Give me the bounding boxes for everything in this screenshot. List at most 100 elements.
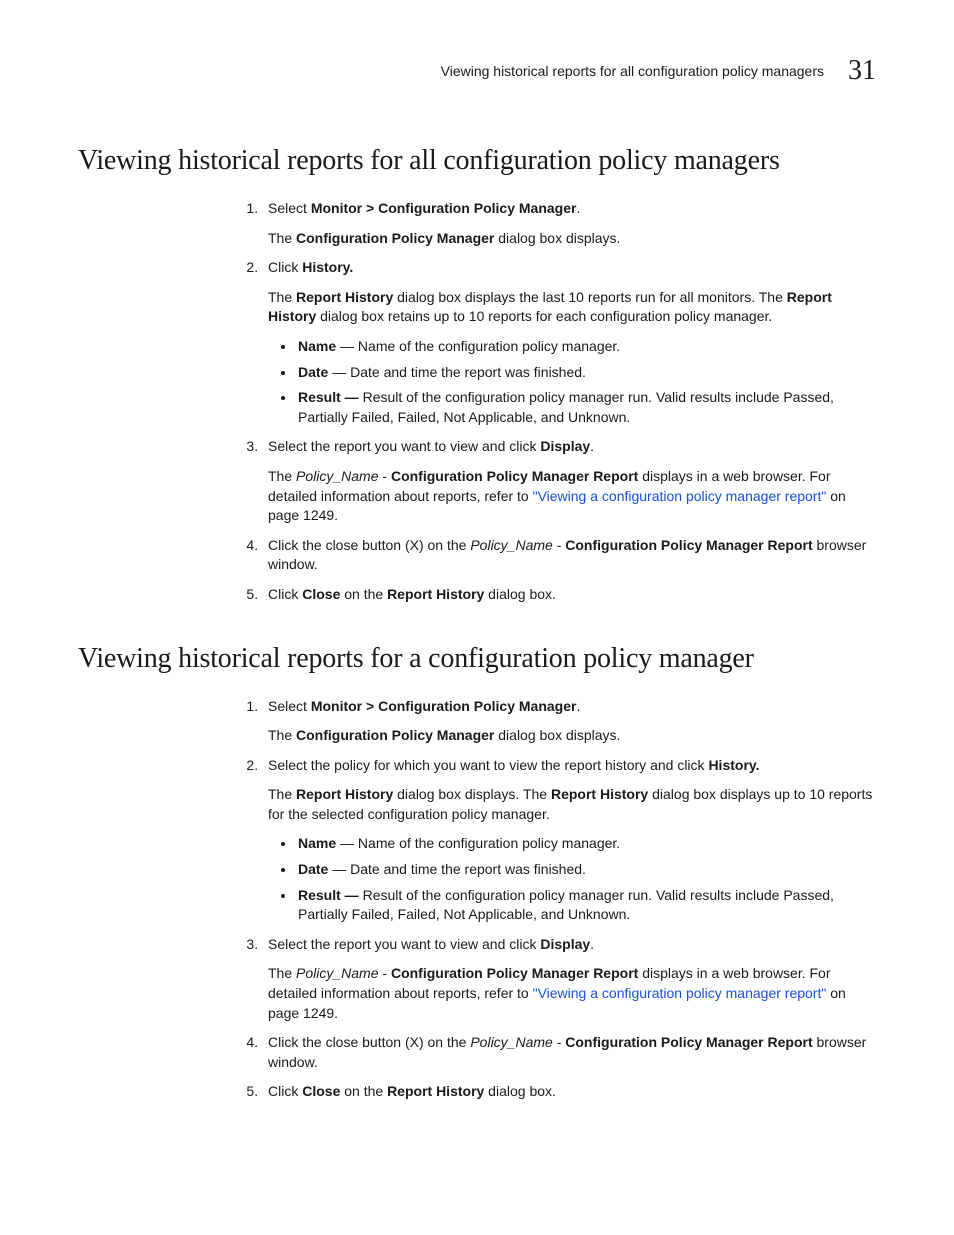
steps-list-2: Select Monitor > Configuration Policy Ma… <box>78 697 876 1103</box>
substep: The Configuration Policy Manager dialog … <box>268 229 876 249</box>
dialog-name: Configuration Policy Manager <box>296 727 494 743</box>
text: . <box>590 438 594 454</box>
text: - <box>379 965 391 981</box>
header-title: Viewing historical reports for all confi… <box>441 63 824 79</box>
field-label: Date <box>298 861 328 877</box>
substep: The Configuration Policy Manager dialog … <box>268 726 876 746</box>
heading-single-manager: Viewing historical reports for a configu… <box>78 643 876 675</box>
field-result: Result — Result of the configuration pol… <box>296 886 876 925</box>
substep: The Report History dialog box displays t… <box>268 288 876 327</box>
text: Select the report you want to view and c… <box>268 936 540 952</box>
button-name: Display <box>540 438 590 454</box>
field-date: Date — Date and time the report was fini… <box>296 860 876 880</box>
page-number: 31 <box>848 55 876 87</box>
field-desc: — Date and time the report was finished. <box>328 861 586 877</box>
field-list: Name — Name of the configuration policy … <box>268 834 876 924</box>
field-list: Name — Name of the configuration policy … <box>268 337 876 427</box>
field-desc: Result of the configuration policy manag… <box>298 389 834 425</box>
text: The <box>268 289 296 305</box>
field-desc: — Date and time the report was finished. <box>328 364 586 380</box>
field-label: Result — <box>298 389 359 405</box>
text: - <box>379 468 391 484</box>
text: The <box>268 230 296 246</box>
button-name: Close <box>302 1083 340 1099</box>
field-label: Name <box>298 338 336 354</box>
text: Select the policy for which you want to … <box>268 757 708 773</box>
dialog-name: Report History <box>296 289 393 305</box>
cross-reference-link[interactable]: "Viewing a configuration policy manager … <box>533 985 827 1001</box>
text: dialog box displays. <box>494 727 620 743</box>
report-name: Configuration Policy Manager Report <box>565 537 812 553</box>
text: Select the report you want to view and c… <box>268 438 540 454</box>
field-label: Result — <box>298 887 359 903</box>
substep: The Policy_Name - Configuration Policy M… <box>268 467 876 526</box>
text: dialog box. <box>484 586 556 602</box>
menu-path: Monitor > Configuration Policy Manager <box>311 200 577 216</box>
dialog-name: Report History <box>296 786 393 802</box>
text: . <box>590 936 594 952</box>
section-all-managers: Viewing historical reports for all confi… <box>78 145 876 605</box>
field-desc: — Name of the configuration policy manag… <box>336 338 620 354</box>
field-desc: Result of the configuration policy manag… <box>298 887 834 923</box>
step-1-4: Click the close button (X) on the Policy… <box>262 536 876 575</box>
substep: The Policy_Name - Configuration Policy M… <box>268 964 876 1023</box>
cross-reference-link[interactable]: "Viewing a configuration policy manager … <box>533 488 827 504</box>
text: dialog box retains up to 10 reports for … <box>316 308 772 324</box>
variable-name: Policy_Name <box>470 1034 552 1050</box>
button-name: History. <box>302 259 353 275</box>
step-2-4: Click the close button (X) on the Policy… <box>262 1033 876 1072</box>
report-name: Configuration Policy Manager Report <box>391 468 638 484</box>
text: Click the close button (X) on the <box>268 1034 470 1050</box>
text: Click <box>268 1083 302 1099</box>
variable-name: Policy_Name <box>296 965 378 981</box>
steps-list-1: Select Monitor > Configuration Policy Ma… <box>78 199 876 605</box>
text: dialog box displays. <box>494 230 620 246</box>
step-2-3: Select the report you want to view and c… <box>262 935 876 1023</box>
dialog-name: Report History <box>387 586 484 602</box>
text: - <box>553 1034 565 1050</box>
button-name: History. <box>708 757 759 773</box>
dialog-name: Configuration Policy Manager <box>296 230 494 246</box>
text: Click <box>268 259 302 275</box>
text: dialog box displays. The <box>393 786 551 802</box>
page-header: Viewing historical reports for all confi… <box>78 55 876 87</box>
step-1-2: Click History. The Report History dialog… <box>262 258 876 427</box>
field-desc: — Name of the configuration policy manag… <box>336 835 620 851</box>
report-name: Configuration Policy Manager Report <box>565 1034 812 1050</box>
text: Select <box>268 698 311 714</box>
field-name: Name — Name of the configuration policy … <box>296 834 876 854</box>
text: dialog box displays the last 10 reports … <box>393 289 787 305</box>
text: Select <box>268 200 311 216</box>
text: - <box>553 537 565 553</box>
report-name: Configuration Policy Manager Report <box>391 965 638 981</box>
menu-path: Monitor > Configuration Policy Manager <box>311 698 577 714</box>
step-1-1: Select Monitor > Configuration Policy Ma… <box>262 199 876 248</box>
dialog-name: Report History <box>551 786 648 802</box>
text: . <box>576 698 580 714</box>
field-label: Date <box>298 364 328 380</box>
substep: The Report History dialog box displays. … <box>268 785 876 824</box>
text: The <box>268 965 296 981</box>
text: Click the close button (X) on the <box>268 537 470 553</box>
field-date: Date — Date and time the report was fini… <box>296 363 876 383</box>
field-result: Result — Result of the configuration pol… <box>296 388 876 427</box>
step-1-3: Select the report you want to view and c… <box>262 437 876 525</box>
button-name: Display <box>540 936 590 952</box>
button-name: Close <box>302 586 340 602</box>
text: on the <box>340 586 387 602</box>
section-single-manager: Viewing historical reports for a configu… <box>78 643 876 1103</box>
variable-name: Policy_Name <box>470 537 552 553</box>
text: The <box>268 786 296 802</box>
text: The <box>268 727 296 743</box>
text: dialog box. <box>484 1083 556 1099</box>
step-2-2: Select the policy for which you want to … <box>262 756 876 925</box>
step-1-5: Click Close on the Report History dialog… <box>262 585 876 605</box>
step-2-5: Click Close on the Report History dialog… <box>262 1082 876 1102</box>
text: . <box>576 200 580 216</box>
variable-name: Policy_Name <box>296 468 378 484</box>
field-name: Name — Name of the configuration policy … <box>296 337 876 357</box>
step-2-1: Select Monitor > Configuration Policy Ma… <box>262 697 876 746</box>
text: on the <box>340 1083 387 1099</box>
text: Click <box>268 586 302 602</box>
page-container: Viewing historical reports for all confi… <box>0 0 954 1200</box>
